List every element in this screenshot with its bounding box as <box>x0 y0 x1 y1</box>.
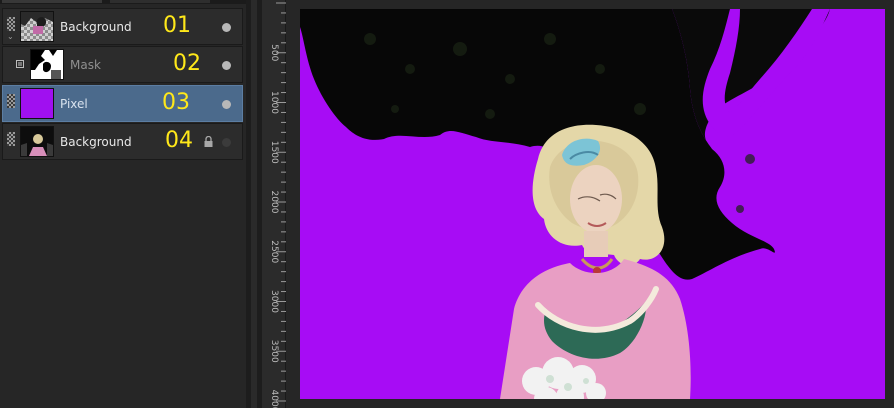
lock-icon[interactable] <box>204 136 213 147</box>
layer-name[interactable]: Background <box>60 136 132 149</box>
pixel-fill-thumbnail <box>20 88 54 119</box>
panel-tab[interactable] <box>2 0 102 3</box>
splitter-grip[interactable] <box>251 0 257 408</box>
panel-tab[interactable] <box>110 0 210 3</box>
ruler-tick-label: 4000 <box>269 390 279 408</box>
document-canvas[interactable] <box>300 9 885 399</box>
layer-number-label: 02 <box>173 51 201 76</box>
layer-row-background[interactable]: Background 04 <box>2 123 243 160</box>
ruler-tick-label: 1000 <box>269 91 279 114</box>
mask-thumbnail <box>30 49 64 80</box>
visibility-toggle-icon[interactable] <box>7 94 15 108</box>
ruler-tick-label: 500 <box>269 44 279 61</box>
layer-number-label: 03 <box>162 90 190 115</box>
layer-status-dot[interactable] <box>222 100 231 109</box>
layer-thumbnail <box>20 11 54 42</box>
layer-name[interactable]: Background <box>60 21 132 34</box>
layer-number-label: 01 <box>163 13 191 38</box>
vertical-ruler: 500 1000 1500 2000 2500 3000 3500 4000 <box>262 0 286 408</box>
visibility-toggle-icon[interactable] <box>7 132 15 146</box>
layer-status-dot[interactable] <box>222 23 231 32</box>
layer-status-dot[interactable] <box>222 61 231 70</box>
layer-row-background-group[interactable]: ⌄ Background 01 <box>2 8 243 45</box>
ruler-tick-label: 2500 <box>269 240 279 263</box>
chevron-down-icon[interactable]: ⌄ <box>7 33 14 41</box>
mask-visibility-icon[interactable] <box>16 60 24 68</box>
layer-row-pixel[interactable]: Pixel 03 <box>2 85 243 122</box>
group-thumbnail-icon <box>21 12 53 34</box>
app-window: ⌄ Background 01 Mask 02 Pixel 03 Backgro… <box>0 0 894 408</box>
ruler-ticks: 500 1000 1500 2000 2500 3000 3500 4000 <box>269 2 286 408</box>
ruler-tick-label: 2000 <box>269 191 279 214</box>
ruler-tick-label: 1500 <box>269 141 279 164</box>
panel-tab-strip <box>0 0 246 4</box>
layer-number-label: 04 <box>165 128 193 153</box>
photo-composite <box>300 9 830 399</box>
panel-splitter[interactable] <box>246 0 262 408</box>
layer-status-dot[interactable] <box>222 138 231 147</box>
mask-shape-icon <box>31 50 61 79</box>
visibility-toggle-icon[interactable] <box>7 17 15 31</box>
photo-thumbnail-icon <box>21 127 53 156</box>
layer-row-mask[interactable]: Mask 02 <box>2 46 243 83</box>
layers-panel: ⌄ Background 01 Mask 02 Pixel 03 Backgro… <box>0 0 246 408</box>
photo-thumbnail <box>20 126 54 157</box>
layer-name[interactable]: Mask <box>70 59 101 72</box>
ruler-tick-label: 3000 <box>269 290 279 313</box>
ruler-tick-label: 3500 <box>269 340 279 363</box>
layer-name[interactable]: Pixel <box>60 98 88 111</box>
